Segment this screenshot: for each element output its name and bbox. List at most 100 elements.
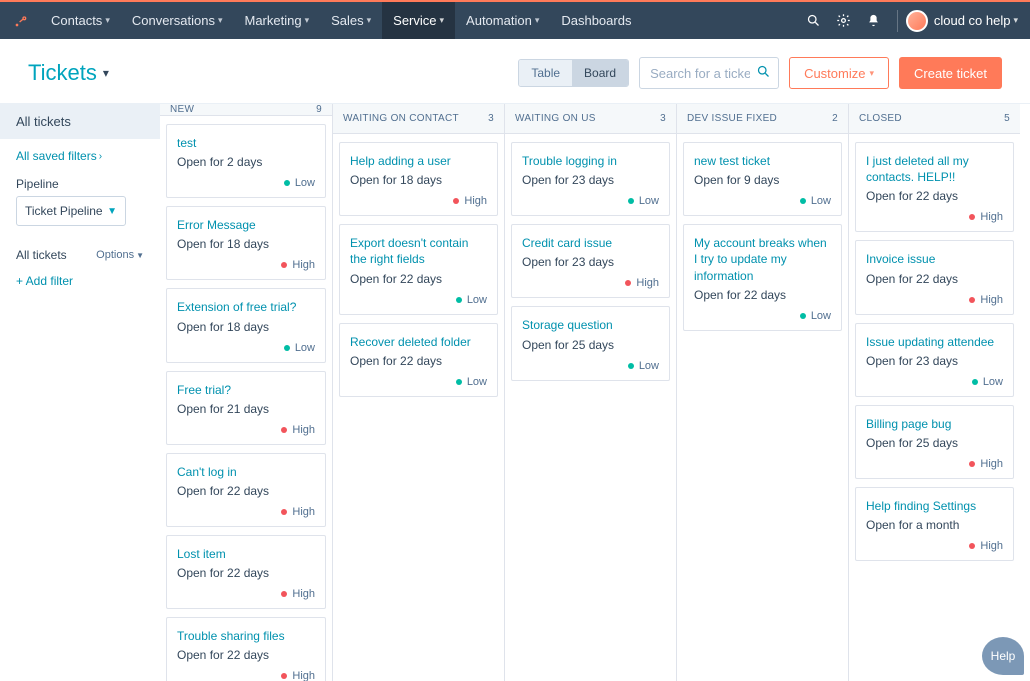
ticket-card[interactable]: Export doesn't contain the right fields O…: [339, 224, 498, 314]
ticket-card[interactable]: My account breaks when I try to update m…: [683, 224, 842, 331]
gear-icon[interactable]: [829, 2, 859, 39]
ticket-title: Issue updating attendee: [866, 334, 1003, 350]
search-wrap: [639, 57, 779, 89]
priority-label: Low: [295, 177, 315, 189]
sidebar-all-tickets[interactable]: All tickets: [0, 104, 160, 139]
nav-item-automation[interactable]: Automation▾: [455, 2, 550, 39]
priority-dot: [456, 379, 462, 385]
account-menu[interactable]: cloud co help ▾: [906, 10, 1018, 32]
priority-dot: [453, 198, 459, 204]
chevron-down-icon: ▾: [305, 15, 310, 26]
chevron-down-icon: ▼: [136, 251, 144, 260]
nav-item-service[interactable]: Service▾: [382, 2, 455, 39]
page-title[interactable]: Tickets ▾: [28, 60, 109, 86]
column-count: 3: [488, 113, 494, 124]
customize-button[interactable]: Customize ▾: [789, 57, 889, 89]
pipeline-select[interactable]: Ticket Pipeline ▼: [16, 196, 126, 226]
priority-dot: [456, 297, 462, 303]
priority-dot: [281, 591, 287, 597]
ticket-card[interactable]: Invoice issueOpen for 22 daysHigh: [855, 240, 1014, 314]
ticket-title: Export doesn't contain the right fields: [350, 235, 487, 267]
ticket-open-duration: Open for 22 days: [350, 272, 487, 286]
column-header: WAITING ON US3: [505, 104, 676, 134]
hubspot-logo[interactable]: [12, 12, 30, 30]
priority-label: High: [636, 277, 659, 289]
priority-label: Low: [639, 195, 659, 207]
priority-label: High: [292, 670, 315, 681]
page-header: Tickets ▾ Table Board Customize ▾ Create…: [0, 39, 1030, 104]
ticket-card[interactable]: Can't log inOpen for 22 daysHigh: [166, 453, 326, 527]
ticket-card[interactable]: Lost itemOpen for 22 daysHigh: [166, 535, 326, 609]
column-header: WAITING ON CONTACT3: [333, 104, 504, 134]
ticket-card[interactable]: Storage questionOpen for 25 daysLow: [511, 306, 670, 380]
toggle-board[interactable]: Board: [572, 60, 628, 86]
top-nav: Contacts▾Conversations▾Marketing▾Sales▾S…: [0, 2, 1030, 39]
ticket-card[interactable]: Error MessageOpen for 18 daysHigh: [166, 206, 326, 280]
ticket-card[interactable]: Extension of free trial?Open for 18 days…: [166, 288, 326, 362]
search-icon[interactable]: [756, 64, 771, 79]
ticket-card[interactable]: testOpen for 2 daysLow: [166, 124, 326, 198]
toggle-table[interactable]: Table: [519, 60, 572, 86]
ticket-card[interactable]: Recover deleted folderOpen for 22 daysLo…: [339, 323, 498, 397]
search-icon[interactable]: [799, 2, 829, 39]
view-toggle: Table Board: [518, 59, 629, 87]
main: All tickets All saved filters› Pipeline …: [0, 104, 1030, 681]
column-name: CLOSED: [859, 113, 902, 124]
priority-dot: [284, 345, 290, 351]
column-name: NEW: [170, 104, 194, 115]
priority-dot: [628, 198, 634, 204]
column-count: 3: [660, 113, 666, 124]
ticket-card[interactable]: new test ticketOpen for 9 daysLow: [683, 142, 842, 216]
ticket-open-duration: Open for 23 days: [866, 354, 1003, 368]
column-header: NEW 9: [160, 104, 332, 116]
saved-filters-link[interactable]: All saved filters›: [16, 149, 144, 163]
ticket-open-duration: Open for 9 days: [694, 173, 831, 187]
priority-label: Low: [983, 376, 1003, 388]
nav-item-contacts[interactable]: Contacts▾: [40, 2, 121, 39]
ticket-title: Billing page bug: [866, 416, 1003, 432]
help-button[interactable]: Help: [982, 637, 1024, 675]
ticket-open-duration: Open for a month: [866, 518, 1003, 532]
priority-dot: [628, 363, 634, 369]
ticket-card[interactable]: Trouble sharing filesOpen for 22 daysHig…: [166, 617, 326, 681]
ticket-open-duration: Open for 18 days: [177, 237, 315, 251]
nav-item-conversations[interactable]: Conversations▾: [121, 2, 234, 39]
ticket-title: Trouble logging in: [522, 153, 659, 169]
pipeline-label: Pipeline: [16, 177, 144, 191]
ticket-card[interactable]: Trouble logging inOpen for 23 daysLow: [511, 142, 670, 216]
board: NEW 9 testOpen for 2 daysLow Error MessageO…: [160, 104, 1030, 681]
options-link[interactable]: Options ▼: [96, 249, 144, 261]
ticket-card[interactable]: Help finding SettingsOpen for a monthHig…: [855, 487, 1014, 561]
priority-label: Low: [467, 294, 487, 306]
nav-item-sales[interactable]: Sales▾: [320, 2, 382, 39]
bell-icon[interactable]: [859, 2, 889, 39]
priority-label: High: [464, 195, 487, 207]
chevron-down-icon: ▾: [1013, 15, 1018, 26]
priority-label: High: [292, 588, 315, 600]
ticket-card[interactable]: I just deleted all my contacts. HELP!!Op…: [855, 142, 1014, 232]
ticket-title: Help finding Settings: [866, 498, 1003, 514]
priority-label: High: [292, 506, 315, 518]
ticket-card[interactable]: Help adding a userOpen for 18 daysHigh: [339, 142, 498, 216]
priority-dot: [281, 673, 287, 679]
chevron-down-icon: ▾: [105, 15, 110, 26]
ticket-card[interactable]: Credit card issueOpen for 23 daysHigh: [511, 224, 670, 298]
create-ticket-button[interactable]: Create ticket: [899, 57, 1002, 89]
column-count: 9: [316, 104, 322, 115]
priority-dot: [625, 280, 631, 286]
ticket-card[interactable]: Billing page bugOpen for 25 daysHigh: [855, 405, 1014, 479]
add-filter-link[interactable]: + Add filter: [16, 274, 144, 288]
ticket-card[interactable]: Free trial?Open for 21 daysHigh: [166, 371, 326, 445]
ticket-title: Trouble sharing files: [177, 628, 315, 644]
nav-item-dashboards[interactable]: Dashboards: [550, 2, 642, 39]
ticket-open-duration: Open for 25 days: [866, 436, 1003, 450]
ticket-title: Extension of free trial?: [177, 299, 315, 315]
column-header: DEV ISSUE FIXED2: [677, 104, 848, 134]
ticket-title: Credit card issue: [522, 235, 659, 251]
ticket-card[interactable]: Issue updating attendee Open for 23 days L…: [855, 323, 1014, 397]
avatar: [906, 10, 928, 32]
column: WAITING ON CONTACT3 Help adding a userOpe…: [332, 104, 504, 681]
nav-item-marketing[interactable]: Marketing▾: [233, 2, 320, 39]
priority-label: Low: [467, 376, 487, 388]
ticket-title: My account breaks when I try to update m…: [694, 235, 831, 284]
